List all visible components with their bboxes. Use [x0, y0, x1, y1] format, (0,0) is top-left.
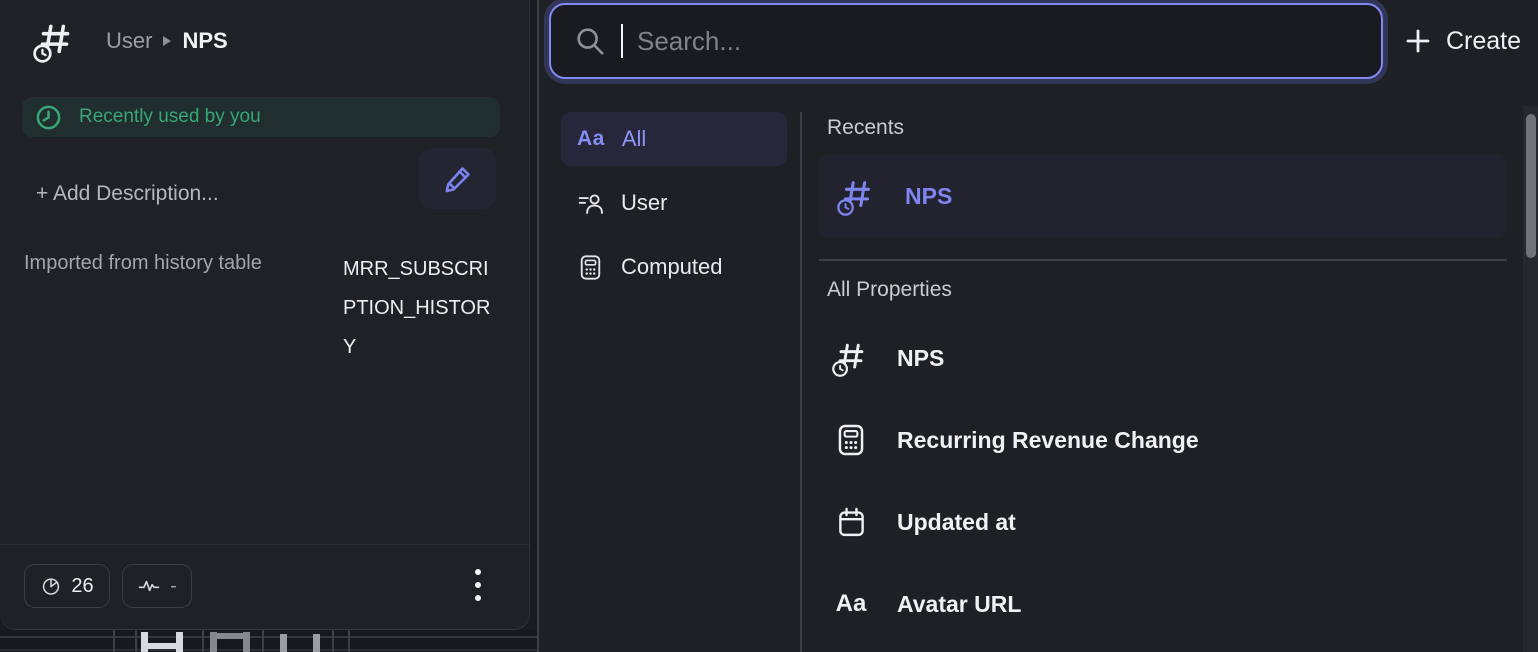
edit-description-button[interactable] — [419, 148, 496, 209]
search-icon — [573, 24, 607, 58]
create-label: Create — [1446, 27, 1521, 56]
search-overlay: Search... Create Aa All — [539, 0, 1538, 652]
number-history-icon — [32, 18, 78, 64]
user-list-icon — [577, 190, 604, 217]
number-history-icon — [835, 175, 879, 217]
background-page-fragment — [0, 630, 537, 652]
imported-from-label: Imported from history table — [24, 252, 262, 275]
property-item-label: Updated at — [897, 509, 1016, 536]
results-divider — [819, 259, 1507, 261]
property-item-label: NPS — [897, 345, 944, 372]
filter-tab-computed[interactable]: Computed — [561, 240, 787, 294]
property-item-avatar-url[interactable]: Aa Avatar URL — [819, 574, 1507, 634]
distribution-count-button[interactable]: 26 — [24, 564, 110, 608]
recent-item-label: NPS — [905, 183, 952, 210]
calendar-icon — [829, 506, 873, 539]
create-button[interactable]: Create — [1405, 0, 1521, 82]
breadcrumb-current: NPS — [182, 28, 227, 54]
column-divider — [800, 112, 802, 652]
more-options-button[interactable] — [462, 559, 494, 611]
filter-label: Computed — [621, 254, 723, 280]
imported-from-value: MRR_SUBSCRIPTION_HISTORY — [343, 250, 501, 367]
calculator-icon — [829, 423, 873, 457]
recently-used-badge: Recently used by you — [22, 97, 500, 137]
text-type-icon: Aa — [577, 127, 605, 151]
card-footer: 26 - — [0, 544, 529, 629]
text-type-icon: Aa — [829, 590, 873, 618]
recent-item-nps[interactable]: NPS — [819, 154, 1507, 238]
all-properties-header: All Properties — [827, 278, 952, 302]
property-item-label: Recurring Revenue Change — [897, 427, 1199, 454]
number-history-icon — [829, 338, 873, 378]
breadcrumb-separator-icon — [163, 36, 171, 46]
property-item-label: Avatar URL — [897, 591, 1021, 618]
scrollbar-track[interactable] — [1523, 106, 1538, 652]
trend-button[interactable]: - — [122, 564, 192, 608]
clock-icon — [35, 104, 62, 131]
activity-icon — [137, 576, 161, 596]
recents-header: Recents — [827, 116, 904, 140]
text-caret — [621, 24, 623, 58]
recently-used-label: Recently used by you — [79, 106, 261, 128]
filter-label: All — [622, 126, 646, 152]
scrollbar-thumb[interactable] — [1526, 114, 1536, 258]
search-input[interactable]: Search... — [549, 3, 1383, 79]
search-placeholder: Search... — [637, 26, 741, 57]
filter-tab-all[interactable]: Aa All — [561, 112, 787, 166]
plus-icon — [1405, 28, 1431, 54]
kebab-icon — [475, 569, 481, 575]
pencil-icon — [442, 163, 474, 195]
calculator-icon — [577, 254, 604, 281]
breadcrumb: User NPS — [106, 28, 228, 54]
filter-tab-user[interactable]: User — [561, 176, 787, 230]
screen: User NPS Recently used by you + Add Desc… — [0, 0, 1538, 652]
property-item-nps[interactable]: NPS — [819, 328, 1507, 388]
filter-label: User — [621, 190, 667, 216]
property-detail-card: User NPS Recently used by you + Add Desc… — [0, 0, 530, 630]
property-item-updated-at[interactable]: Updated at — [819, 492, 1507, 552]
pie-chart-icon — [40, 575, 62, 597]
filter-column: Aa All User — [561, 112, 787, 304]
breadcrumb-parent[interactable]: User — [106, 28, 152, 54]
property-item-recurring-revenue-change[interactable]: Recurring Revenue Change — [819, 410, 1507, 470]
add-description-button[interactable]: + Add Description... — [36, 182, 219, 206]
trend-value: - — [170, 575, 177, 598]
count-value: 26 — [71, 575, 93, 598]
